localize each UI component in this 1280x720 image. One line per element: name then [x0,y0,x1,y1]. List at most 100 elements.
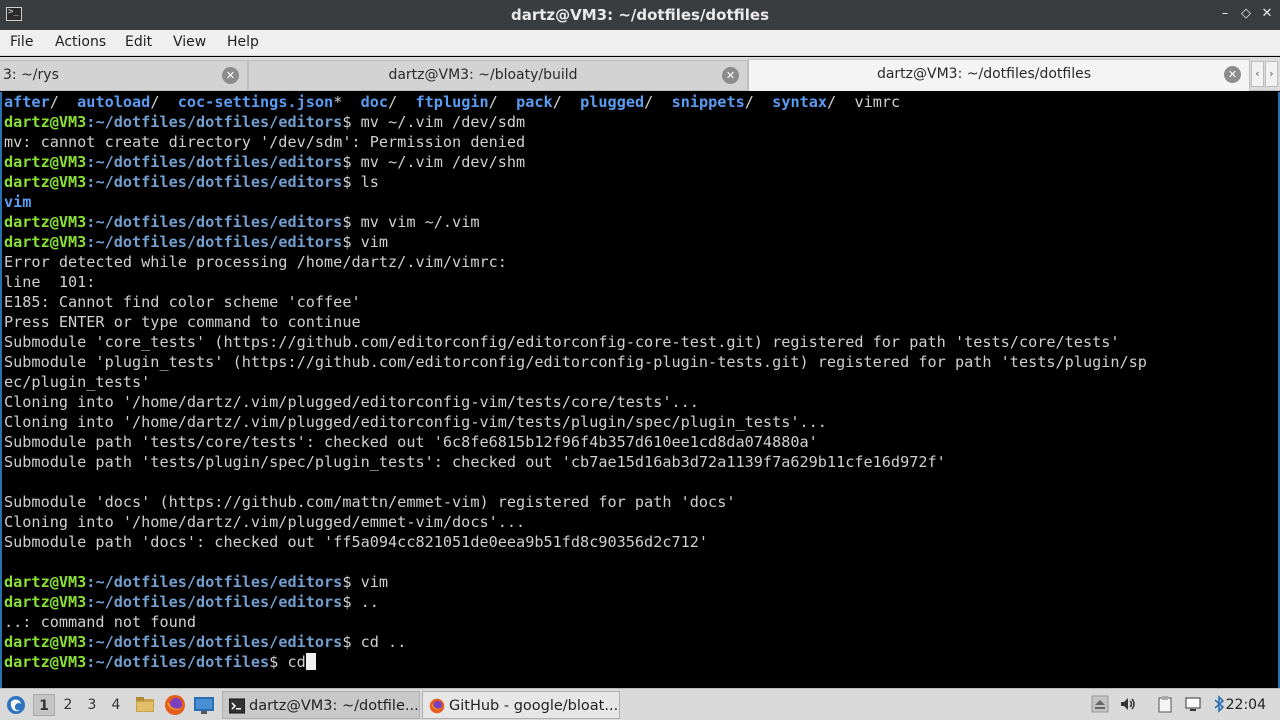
menu-actions[interactable]: Actions [55,34,106,50]
command-text: $ ls [342,173,379,191]
workspace-1[interactable]: 1 [33,694,55,716]
close-window-button[interactable]: ✕ [1258,5,1276,23]
tab-label: dartz@VM3: ~/bloaty/build [388,67,578,83]
prompt-user: dartz@VM3 [4,173,87,191]
workspace-3[interactable]: 3 [81,694,103,716]
text-segment: vimrc [854,93,901,111]
task-label: dartz@VM3: ~/dotfile... [249,698,419,714]
output-line: Submodule 'core_tests' (https://github.c… [4,333,1120,351]
text-segment: / [827,93,855,111]
menu-edit[interactable]: Edit [125,34,152,50]
tab-rys[interactable]: 3: ~/rys ✕ [0,60,248,90]
prompt-line: dartz@VM3:~/dotfiles/dotfiles/editors$ m… [4,152,1278,172]
prompt-line: dartz@VM3:~/dotfiles/dotfiles$ cd [4,652,1278,672]
prompt-line: dartz@VM3:~/dotfiles/dotfiles/editors$ m… [4,212,1278,232]
directory-name: vim [4,193,32,211]
text-segment: / [49,93,78,111]
tab-scroll-left-button[interactable]: ‹ [1251,61,1264,87]
minimize-button[interactable]: – [1216,5,1234,23]
terminal-output[interactable]: after/ autoload/ coc-settings.json* doc/… [0,92,1280,688]
command-text: $ .. [342,593,379,611]
ls-output-line: after/ autoload/ coc-settings.json* doc/… [4,92,1278,112]
directory-entry: plugged [580,93,645,111]
command-text: $ vim [342,573,389,591]
directory-entry: snippets [671,93,745,111]
directory-entry: pack [516,93,553,111]
text-segment: / [744,93,773,111]
clock[interactable]: 22:04 [1226,689,1266,720]
clipboard-icon[interactable] [1156,695,1174,713]
tab-dotfiles[interactable]: dartz@VM3: ~/dotfiles/dotfiles ✕ [748,59,1250,91]
prompt-path: :~/dotfiles/dotfiles/editors [86,113,343,131]
eject-icon[interactable] [1091,695,1109,713]
taskbar-terminal-button[interactable]: dartz@VM3: ~/dotfile... [222,691,420,719]
command-text: $ vim [342,233,389,251]
text-segment: / [150,93,178,111]
network-icon[interactable] [1184,695,1202,713]
prompt-path: :~/dotfiles/dotfiles/editors [86,633,343,651]
prompt-line: dartz@VM3:~/dotfiles/dotfiles/editors$ m… [4,112,1278,132]
maximize-button[interactable]: ◇ [1237,5,1255,23]
command-text: $ mv ~/.vim /dev/sdm [342,113,526,131]
command-text: $ mv ~/.vim /dev/shm [342,153,526,171]
directory-entry: autoload [77,93,151,111]
taskbar-firefox-button[interactable]: GitHub - google/bloat... [422,691,620,719]
window-title: dartz@VM3: ~/dotfiles/dotfiles [510,6,770,24]
prompt-path: :~/dotfiles/dotfiles/editors [86,593,343,611]
window-titlebar[interactable]: dartz@VM3: ~/dotfiles/dotfiles – ◇ ✕ [0,0,1280,30]
directory-entry: doc [360,93,389,111]
directory-entry: coc-settings.json [177,93,334,111]
output-line: Press ENTER or type command to continue [4,313,361,331]
prompt-user: dartz@VM3 [4,113,87,131]
terminal-cursor [305,653,316,670]
output-line: Error detected while processing /home/da… [4,253,507,271]
output-line: E185: Cannot find color scheme 'coffee' [4,293,361,311]
output-line: Cloning into '/home/dartz/.vim/plugged/e… [4,393,699,411]
output-line: line 101: [4,273,96,291]
firefox-icon [429,698,445,714]
desktop-icon[interactable] [193,695,215,715]
tab-close-icon[interactable]: ✕ [722,67,739,84]
output-line: Cloning into '/home/dartz/.vim/plugged/e… [4,513,526,531]
text-segment: / [488,93,517,111]
directory-entry: vim [4,192,1278,212]
menu-help[interactable]: Help [227,34,259,50]
output-line: Submodule 'plugin_tests' (https://github… [4,353,1147,371]
output-line: Submodule path 'docs': checked out 'ff5a… [4,533,709,551]
start-menu-icon[interactable] [6,694,26,716]
output-line: Cloning into '/home/dartz/.vim/plugged/e… [4,413,827,431]
menu-bar: File Actions Edit View Help [0,30,1280,56]
tab-scroll-right-button[interactable]: › [1265,61,1278,87]
directory-entry: ftplugin [415,93,489,111]
menu-view[interactable]: View [173,34,206,50]
menu-file[interactable]: File [10,34,33,50]
tab-bar: 3: ~/rys ✕ dartz@VM3: ~/bloaty/build ✕ d… [0,57,1280,91]
file-manager-icon[interactable] [135,695,155,715]
prompt-user: dartz@VM3 [4,573,87,591]
prompt-user: dartz@VM3 [4,633,87,651]
tab-close-icon[interactable]: ✕ [1224,66,1241,83]
command-text: $ mv vim ~/.vim [342,213,480,231]
prompt-line: dartz@VM3:~/dotfiles/dotfiles/editors$ c… [4,632,1278,652]
output-line: ..: command not found [4,613,197,631]
terminal-icon [229,698,245,714]
directory-entry: after [4,93,50,111]
prompt-path: :~/dotfiles/dotfiles/editors [86,573,343,591]
tab-close-icon[interactable]: ✕ [222,67,239,84]
prompt-path: :~/dotfiles/dotfiles [86,653,270,671]
firefox-icon[interactable] [164,694,186,716]
output-line: Submodule path 'tests/plugin/spec/plugin… [4,453,946,471]
volume-icon[interactable] [1119,695,1137,713]
workspace-4[interactable]: 4 [105,694,127,716]
task-label: GitHub - google/bloat... [449,698,619,714]
text-segment: / [552,93,581,111]
text-segment: / [388,93,416,111]
taskbar: 1 2 3 4 dartz@VM3: ~/dotfile... GitHub -… [0,688,1280,720]
tab-bloaty-build[interactable]: dartz@VM3: ~/bloaty/build ✕ [248,60,748,90]
tab-label: dartz@VM3: ~/dotfiles/dotfiles [876,66,1092,82]
output-line: ec/plugin_tests' [4,373,151,391]
workspace-2[interactable]: 2 [57,694,79,716]
prompt-path: :~/dotfiles/dotfiles/editors [86,233,343,251]
